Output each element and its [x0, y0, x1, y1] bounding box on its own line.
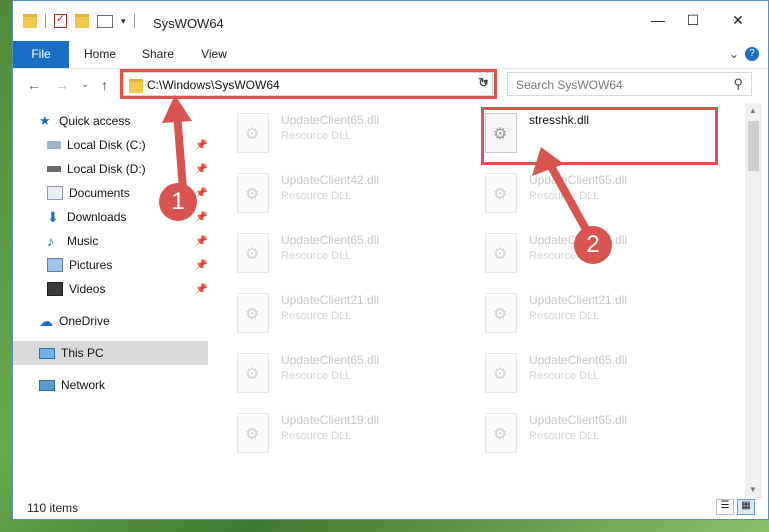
scroll-down-icon[interactable]: ▼	[749, 485, 757, 494]
arrow-2-shaft	[544, 157, 592, 237]
arrow-1-shaft	[173, 109, 187, 193]
step-badge-1: 1	[159, 183, 197, 221]
explorer-window: ▾ SysWOW64 — ☐ ✕ File Home Share View ⌄ …	[12, 0, 769, 520]
step-badge-2: 2	[574, 226, 612, 264]
scroll-up-icon[interactable]: ▲	[749, 106, 757, 115]
vertical-scrollbar[interactable]: ▲ ▼	[745, 103, 762, 498]
status-item-count: 110 items	[27, 501, 79, 515]
large-icons-view-icon[interactable]: ▦	[737, 499, 755, 515]
annotation-arrows	[162, 95, 592, 237]
scrollbar-thumb[interactable]	[748, 121, 759, 171]
arrow-1-head	[162, 95, 192, 123]
arrow-2-head	[532, 147, 564, 176]
details-view-icon[interactable]: ☰	[716, 499, 734, 515]
